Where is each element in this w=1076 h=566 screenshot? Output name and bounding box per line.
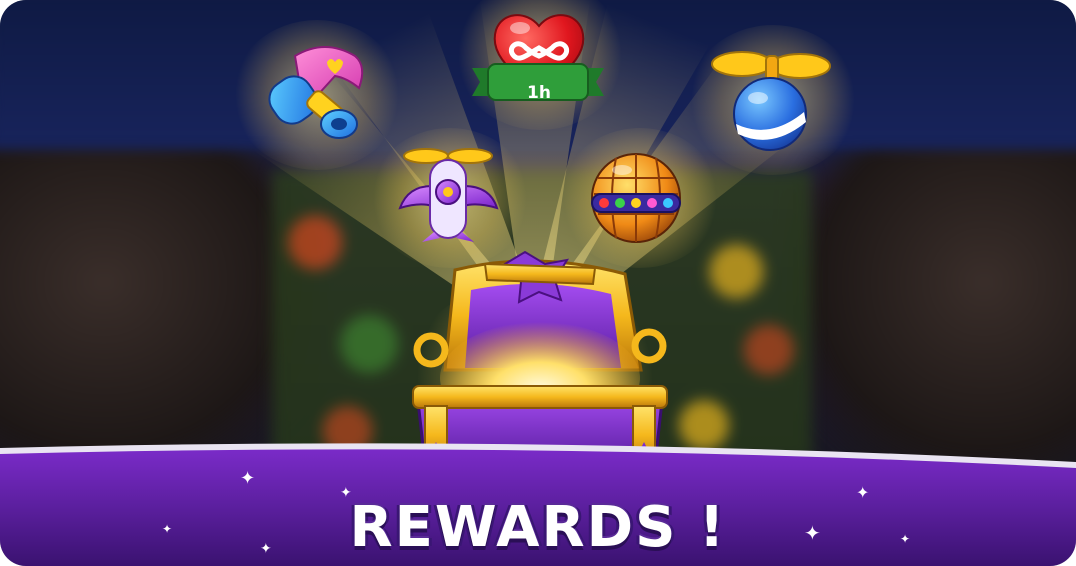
reward-propeller <box>708 42 833 152</box>
reward-plane <box>396 146 501 246</box>
reward-disco-ball <box>588 150 684 246</box>
sparkle-icon: ✦ <box>240 468 256 489</box>
rewards-title: REWARDS ! <box>349 495 727 560</box>
chest-icon <box>412 250 668 466</box>
plane-icon <box>398 148 499 242</box>
hammer-icon <box>268 46 364 139</box>
disco-ball-icon <box>591 153 681 243</box>
background-right <box>786 150 1076 480</box>
reward-hammer <box>255 36 375 146</box>
game-scene: 1h ✦ ✦ ✦ ✦ ✦ ✦ ✦ REWARDS ! <box>0 0 1076 566</box>
timer-label: 1h <box>527 83 551 103</box>
propeller-icon <box>711 51 831 151</box>
